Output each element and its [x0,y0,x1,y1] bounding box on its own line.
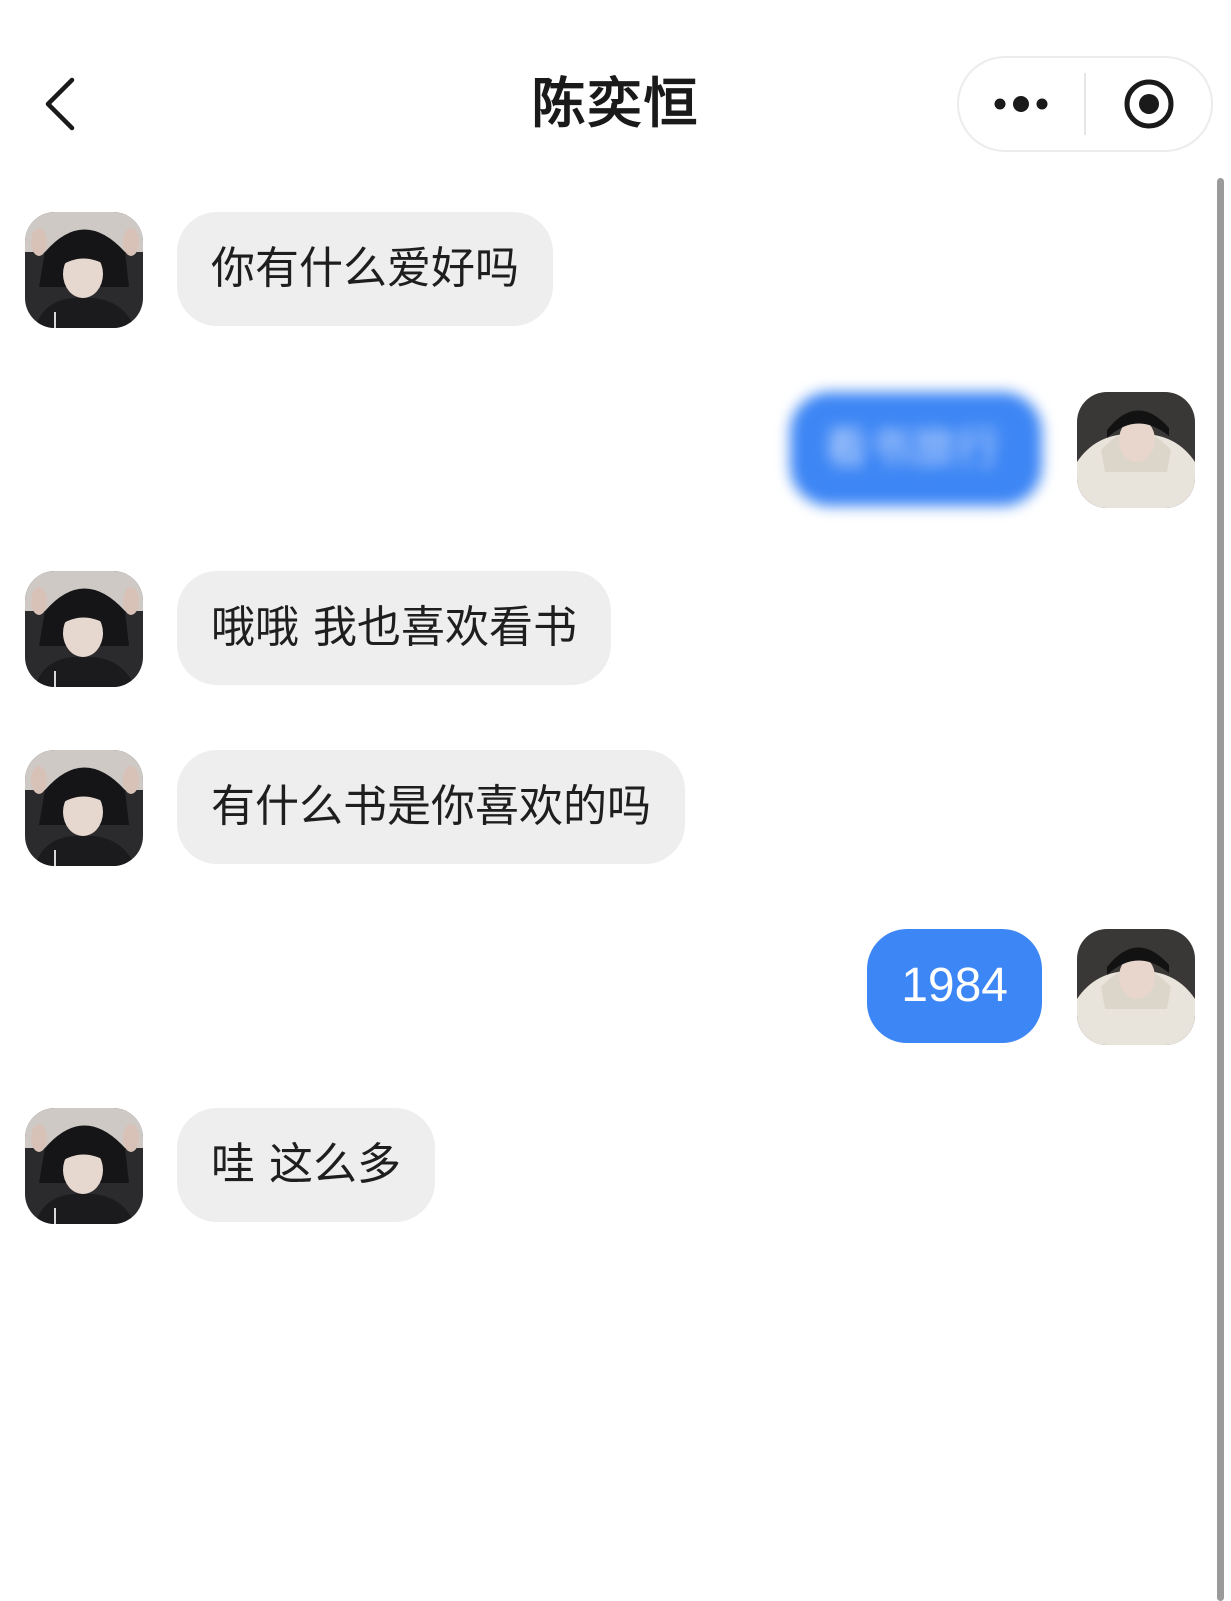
close-button[interactable] [1086,58,1211,150]
message-row: 哇 这么多 [25,1108,475,1224]
mini-program-capsule [957,56,1213,152]
message-bubble-outgoing[interactable]: 看书旅行 [790,392,1042,506]
top-bar: 陈奕恒 [0,0,1231,190]
message-bubble-incoming[interactable]: 哦哦 我也喜欢看书 [177,571,611,685]
message-bubble-outgoing[interactable]: 1984 [867,929,1042,1043]
avatar-contact[interactable] [25,1108,143,1224]
more-dots-icon [994,96,1047,112]
avatar-contact[interactable] [25,212,143,328]
message-bubble-incoming[interactable]: 哇 这么多 [177,1108,435,1222]
message-bubble-incoming[interactable]: 有什么书是你喜欢的吗 [177,750,685,864]
avatar-self[interactable] [1077,392,1195,508]
message-row: 1984 [865,929,1195,1045]
avatar-contact[interactable] [25,750,143,866]
more-button[interactable] [959,58,1084,150]
message-row: 看书旅行 [775,392,1195,508]
avatar-contact[interactable] [25,571,143,687]
message-row: 哦哦 我也喜欢看书 [25,571,645,687]
message-row: 有什么书是你喜欢的吗 [25,750,725,866]
message-row: 你有什么爱好吗 [25,212,625,328]
scrollbar[interactable] [1217,178,1224,1601]
message-bubble-incoming[interactable]: 你有什么爱好吗 [177,212,553,326]
avatar-self[interactable] [1077,929,1195,1045]
target-circle-icon [1124,79,1173,129]
